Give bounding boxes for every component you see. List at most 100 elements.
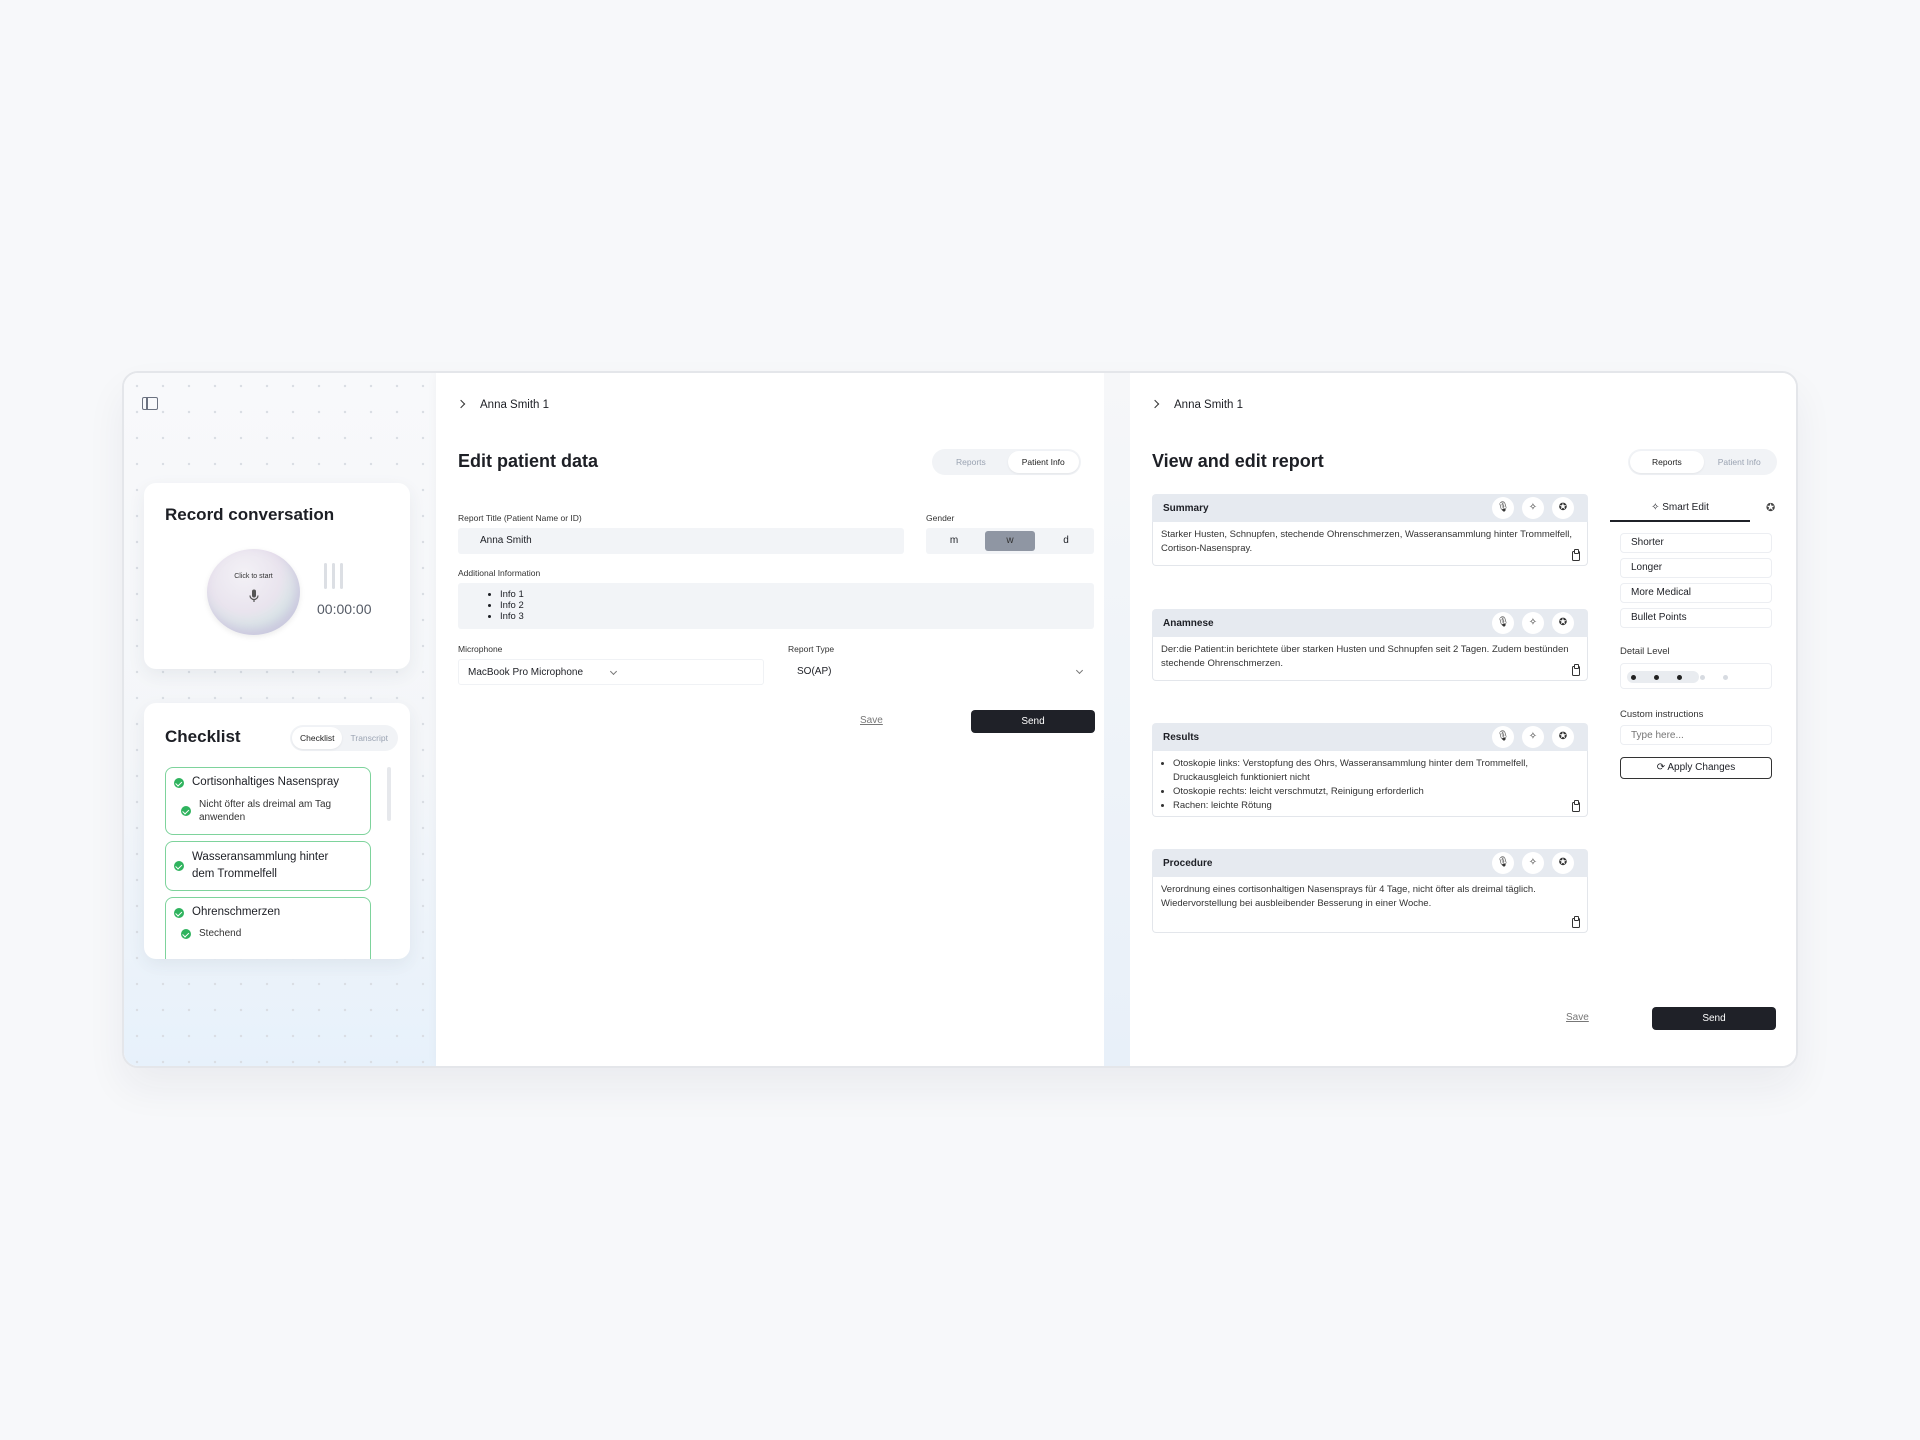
refresh-icon: ⟳ [1656,762,1668,773]
section-title: Results [1163,732,1200,743]
microphone-value: MacBook Pro Microphone [468,667,584,678]
sparkle-icon[interactable]: ✧ [1522,497,1544,519]
record-button[interactable]: Click to start [207,549,300,635]
clipboard-icon[interactable] [1572,664,1580,676]
sidebar-toggle-icon[interactable] [142,397,158,410]
tab-transcript[interactable]: Transcript [342,727,395,749]
smart-edit-longer[interactable]: Longer [1620,558,1772,578]
custom-instructions-input[interactable] [1620,725,1772,745]
smart-edit-bullet-points[interactable]: Bullet Points [1620,608,1772,628]
gender-option-w[interactable]: w [985,531,1035,551]
section-text-content: Der:die Patient:in berichtete über stark… [1161,644,1569,669]
section-header: Anamnese 🎙 ✧ ✪ [1152,609,1588,637]
patient-panel: Anna Smith 1 Edit patient data Reports P… [436,373,1104,1066]
detail-level-point[interactable] [1723,675,1728,680]
sparkle-icon[interactable]: ✧ [1522,852,1544,874]
apply-changes-button[interactable]: ⟳ Apply Changes [1620,757,1772,779]
send-button[interactable]: Send [971,710,1095,733]
detail-level-point[interactable] [1677,675,1682,680]
magic-eraser-icon[interactable]: ✪ [1766,501,1775,514]
section-text-content: Verordnung eines cortisonhaltigen Nasens… [1161,884,1536,909]
additional-info-input[interactable]: Info 1 Info 2 Info 3 [458,583,1094,629]
breadcrumb[interactable]: Anna Smith 1 [456,399,550,411]
check-icon [174,861,184,871]
detail-level-point[interactable] [1631,675,1636,680]
page-title: Edit patient data [458,451,599,471]
microphone-icon[interactable]: 🎙 [1492,726,1514,748]
checklist-item[interactable]: Cortisonhaltiges Nasenspray Nicht öfter … [165,767,371,835]
tab-smart-edit[interactable]: ✧ Smart Edit [1610,498,1750,522]
additional-info-label: Additional Information [458,568,541,578]
section-text[interactable]: Der:die Patient:in berichtete über stark… [1152,637,1588,681]
detail-level-point[interactable] [1654,675,1659,680]
report-type-select[interactable]: SO(AP) [788,659,1094,685]
magic-eraser-icon[interactable]: ✪ [1552,497,1574,519]
check-icon [174,778,184,788]
magic-eraser-icon[interactable]: ✪ [1552,852,1574,874]
section-text[interactable]: Starker Husten, Schnupfen, stechende Ohr… [1152,522,1588,566]
microphone-select[interactable]: MacBook Pro Microphone [458,659,764,685]
report-type-value: SO(AP) [797,666,832,677]
section-title: Summary [1163,503,1209,514]
chevron-down-icon [1075,666,1084,675]
result-item: Rachen: leichte Rötung [1173,799,1557,813]
view-tabs: Reports Patient Info [932,449,1081,475]
info-item: Info 3 [500,611,1094,622]
tab-reports[interactable]: Reports [934,451,1008,473]
breadcrumb[interactable]: Anna Smith 1 [1150,399,1244,411]
sparkle-icon[interactable]: ✧ [1522,612,1544,634]
check-icon [181,929,191,939]
tab-patient-info[interactable]: Patient Info [1007,451,1079,473]
checklist-item[interactable]: Ohrenschmerzen Stechend [165,897,371,959]
tab-checklist[interactable]: Checklist [292,727,343,749]
magic-eraser-icon[interactable]: ✪ [1552,726,1574,748]
detail-level-point[interactable] [1700,675,1705,680]
checklist-item-label: Ohrenschmerzen [192,906,281,918]
report-title-label: Report Title (Patient Name or ID) [458,513,582,523]
smart-edit-more-medical[interactable]: More Medical [1620,583,1772,603]
panel-gap [1104,373,1130,1066]
microphone-icon[interactable]: 🎙 [1492,852,1514,874]
checklist-card: Checklist Checklist Transcript Cortisonh… [144,703,410,959]
detail-level-slider[interactable] [1620,663,1772,689]
section-text-content: Starker Husten, Schnupfen, stechende Ohr… [1161,529,1572,554]
smart-edit-shorter[interactable]: Shorter [1620,533,1772,553]
microphone-label: Microphone [458,644,503,654]
gender-option-d[interactable]: d [1038,528,1094,554]
checklist-item-label: Cortisonhaltiges Nasenspray [192,776,340,788]
chevron-right-icon[interactable] [1150,399,1160,409]
save-button[interactable]: Save [860,715,883,726]
chevron-right-icon[interactable] [456,399,466,409]
breadcrumb-label: Anna Smith 1 [1174,399,1244,411]
section-title: Anamnese [1163,618,1214,629]
section-text[interactable]: Verordnung eines cortisonhaltigen Nasens… [1152,877,1588,933]
app-window: Record conversation Click to start 00:00… [122,371,1798,1068]
clipboard-icon[interactable] [1572,916,1580,928]
clipboard-icon[interactable] [1572,800,1580,812]
clipboard-icon[interactable] [1572,549,1580,561]
report-section-summary: Summary 🎙 ✧ ✪ Starker Husten, Schnupfen,… [1152,494,1588,566]
tab-reports[interactable]: Reports [1630,451,1704,473]
section-text[interactable]: Otoskopie links: Verstopfung des Ohrs, W… [1152,751,1588,817]
microphone-icon[interactable]: 🎙 [1492,612,1514,634]
checklist-title: Checklist [165,727,241,746]
result-item: Otoskopie links: Verstopfung des Ohrs, W… [1173,757,1557,785]
microphone-icon [249,589,259,602]
checklist-item-sub: Stechend [199,928,242,939]
info-item: Info 2 [500,600,1094,611]
magic-eraser-icon[interactable]: ✪ [1552,612,1574,634]
check-icon [181,806,191,816]
send-button[interactable]: Send [1652,1007,1776,1030]
checklist-scrollbar[interactable] [387,767,391,821]
sparkle-icon[interactable]: ✧ [1522,726,1544,748]
record-timer: 00:00:00 [317,601,372,617]
info-item: Info 1 [500,589,1094,600]
breadcrumb-label: Anna Smith 1 [480,399,550,411]
view-tabs: Reports Patient Info [1628,449,1777,475]
tab-patient-info[interactable]: Patient Info [1704,451,1775,473]
checklist-item[interactable]: Wasseransammlung hinter dem Trommelfell [165,841,371,891]
save-button[interactable]: Save [1566,1012,1589,1023]
microphone-icon[interactable]: 🎙 [1492,497,1514,519]
gender-option-m[interactable]: m [926,528,982,554]
report-title-input[interactable]: Anna Smith [458,528,904,554]
